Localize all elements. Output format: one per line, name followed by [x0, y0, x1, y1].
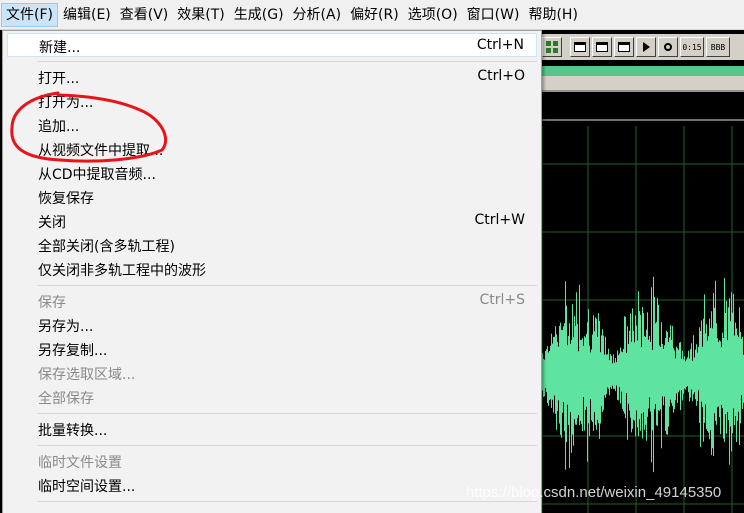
menu-item-label: 关闭 [38, 215, 66, 231]
waveform-canvas [540, 119, 744, 513]
menu-options[interactable]: 选项(O) [404, 3, 462, 27]
menu-item-label: 追加... [38, 119, 80, 135]
menu-item-label: 保存选取区域... [38, 367, 136, 383]
meter-button[interactable]: BBB [706, 37, 730, 57]
menu-item-label: 打开为... [38, 95, 94, 111]
grid-icon [546, 41, 558, 53]
menu-item-label: 全部关闭(含多轨工程) [38, 239, 175, 255]
menu-generate[interactable]: 生成(G) [230, 3, 288, 27]
play-button[interactable] [636, 37, 656, 57]
menu-item-batch-convert[interactable]: 批量转换... [7, 417, 537, 441]
menu-item-close[interactable]: 关闭 Ctrl+W [7, 209, 537, 233]
toolbar: 0:15 BBB [540, 34, 744, 60]
menu-item-close-non-multitrack[interactable]: 仅关闭非多轨工程中的波形 [7, 257, 537, 281]
menu-item-temp-space-settings[interactable]: 临时空间设置... [7, 473, 537, 497]
menu-separator [37, 285, 537, 286]
menu-item-label: 保存 [38, 295, 66, 311]
spectrum-icon [618, 42, 630, 52]
menu-analyze[interactable]: 分析(A) [289, 3, 346, 27]
menu-separator [37, 61, 537, 62]
menu-item-shortcut: Ctrl+O [477, 68, 525, 84]
menu-item-save-copy[interactable]: 另存复制... [7, 337, 537, 361]
menu-item-shortcut: Ctrl+W [474, 212, 525, 228]
menu-item-append[interactable]: 追加... [7, 113, 537, 137]
spectrum-view-button[interactable] [614, 37, 634, 57]
menu-item-extract-cd-audio[interactable]: 从CD中提取音频... [7, 161, 537, 185]
menu-item-label: 临时文件设置 [38, 455, 122, 471]
menu-item-new[interactable]: 新建... Ctrl+N [7, 33, 537, 57]
zoom-icon [664, 43, 672, 51]
menu-separator [37, 445, 537, 446]
waveform-overview-bar[interactable] [540, 66, 744, 76]
file-menu-dropdown: 新建... Ctrl+N 打开... Ctrl+O 打开为... 追加... 从… [2, 30, 542, 513]
time-display-button[interactable]: 0:15 [680, 37, 704, 57]
menu-separator [37, 501, 537, 502]
menu-help[interactable]: 帮助(H) [524, 3, 581, 27]
panel-icon [596, 42, 608, 52]
panel-view-button[interactable] [592, 37, 612, 57]
menu-item-open[interactable]: 打开... Ctrl+O [7, 65, 537, 89]
ruler-ticks [540, 90, 744, 92]
zoom-button[interactable] [658, 37, 678, 57]
menu-item-shortcut: Ctrl+N [476, 37, 524, 53]
waveform-display[interactable] [540, 92, 744, 513]
menu-item-save-selection: 保存选取区域... [7, 361, 537, 385]
menu-edit[interactable]: 编辑(E) [59, 3, 115, 27]
menu-item-label: 从视频文件中提取... [38, 143, 164, 159]
window-view-button[interactable] [570, 37, 590, 57]
menu-item-label: 全部保存 [38, 391, 94, 407]
menu-item-label: 临时空间设置... [38, 479, 136, 495]
window-icon [574, 42, 586, 52]
timeline-ruler[interactable] [540, 76, 744, 93]
grid-view-button[interactable] [542, 37, 562, 57]
menu-favorites[interactable]: 偏好(R) [346, 3, 403, 27]
menu-item-temp-file-settings: 临时文件设置 [7, 449, 537, 473]
menu-item-save-all: 全部保存 [7, 385, 537, 409]
menu-item-label: 从CD中提取音频... [38, 167, 156, 183]
menu-item-open-as[interactable]: 打开为... [7, 89, 537, 113]
menu-file[interactable]: 文件(F) [1, 2, 58, 27]
menu-item-revert[interactable]: 恢复保存 [7, 185, 537, 209]
menubar: 文件(F) 编辑(E) 查看(V) 效果(T) 生成(G) 分析(A) 偏好(R… [0, 0, 744, 30]
watermark-text: https://blog.csdn.net/weixin_49145350 [466, 484, 722, 501]
menu-item-label: 恢复保存 [38, 191, 94, 207]
menu-item-label: 仅关闭非多轨工程中的波形 [38, 263, 206, 279]
menu-item-label: 另存为... [38, 319, 94, 335]
menu-item-save-as[interactable]: 另存为... [7, 313, 537, 337]
play-icon [642, 42, 650, 52]
menu-item-label: 另存复制... [38, 343, 108, 359]
audio-waveform [540, 276, 744, 473]
menu-item-label: 打开... [38, 71, 80, 87]
toolbar-separator [564, 37, 568, 57]
menu-item-label: 批量转换... [38, 423, 108, 439]
menu-item-label: 新建... [39, 40, 81, 56]
menu-separator [37, 413, 537, 414]
menu-view[interactable]: 查看(V) [116, 3, 173, 27]
menu-item-save: 保存 Ctrl+S [7, 289, 537, 313]
menu-item-shortcut: Ctrl+S [479, 292, 525, 308]
menu-item-extract-from-video[interactable]: 从视频文件中提取... [7, 137, 537, 161]
menu-item-close-all[interactable]: 全部关闭(含多轨工程) [7, 233, 537, 257]
menu-window[interactable]: 窗口(W) [463, 3, 524, 27]
menu-effects[interactable]: 效果(T) [173, 3, 228, 27]
